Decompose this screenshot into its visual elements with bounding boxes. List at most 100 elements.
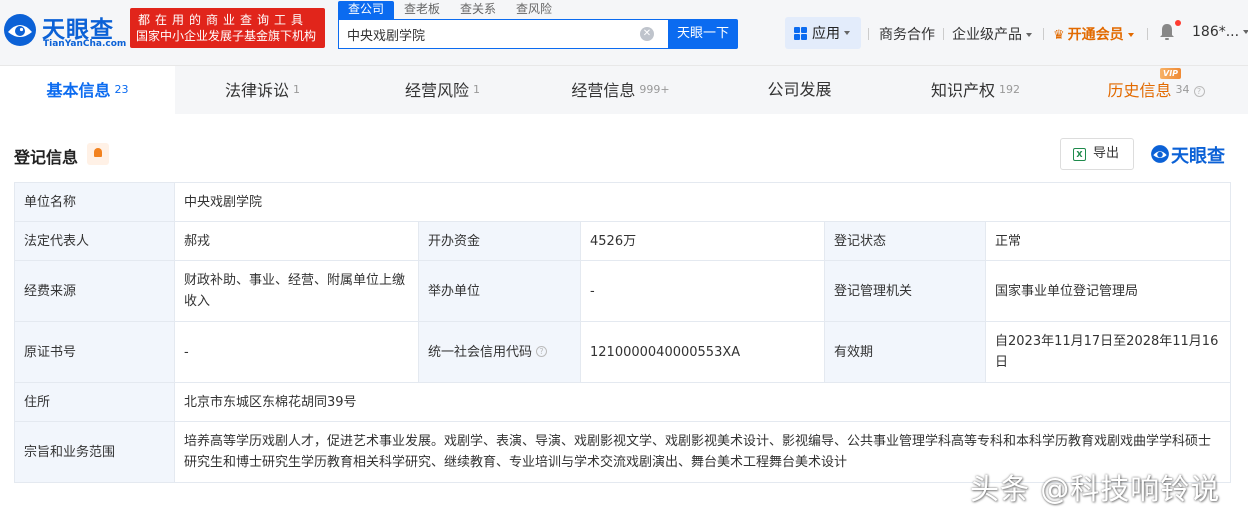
search-button[interactable]: 天眼一下 bbox=[668, 19, 738, 49]
export-label: 导出 bbox=[1093, 146, 1120, 161]
search-type-tabs: 查公司 查老板 查关系 查风险 bbox=[338, 1, 562, 19]
legal-rep-label: 法定代表人 bbox=[14, 221, 175, 261]
credit-code-value: 1210000040000553XA bbox=[580, 321, 825, 383]
search-tab-relation[interactable]: 查关系 bbox=[450, 1, 506, 19]
nav-divider bbox=[943, 28, 944, 40]
crown-icon: ♛ bbox=[1053, 28, 1065, 43]
slogan-banner: 都在用的商业查询工具 国家中小企业发展子基金旗下机构 bbox=[130, 8, 325, 48]
address-label: 住所 bbox=[14, 382, 175, 422]
table-row: 原证书号 - 统一社会信用代码? 1210000040000553XA 有效期 … bbox=[14, 321, 1232, 383]
tab-label: 知识产权 bbox=[930, 81, 995, 100]
status-label: 登记状态 bbox=[824, 221, 986, 261]
orig-cert-value: - bbox=[174, 321, 419, 383]
tab-label: 经营风险 bbox=[404, 81, 469, 100]
chevron-down-icon bbox=[1026, 33, 1032, 37]
brand-logo: 天眼查 bbox=[1150, 142, 1234, 167]
bell-alert-icon[interactable] bbox=[87, 143, 109, 165]
sponsor-label: 举办单位 bbox=[418, 260, 581, 322]
credit-code-label: 统一社会信用代码 bbox=[428, 344, 533, 360]
chevron-down-icon bbox=[1127, 33, 1134, 37]
nav-divider bbox=[868, 28, 869, 40]
slogan-line1: 都在用的商业查询工具 bbox=[138, 13, 309, 27]
brand-name: 天眼查 bbox=[1171, 146, 1225, 167]
user-phone-label: 186*... bbox=[1192, 24, 1240, 40]
main-tab-bar: 基本信息 23 法律诉讼 1 经营风险 1 经营信息 999+ 公司发展 知识产权 192… bbox=[0, 66, 1248, 114]
nav-divider bbox=[1043, 28, 1044, 40]
search-tab-risk[interactable]: 查风险 bbox=[506, 1, 562, 19]
authority-label: 登记管理机关 bbox=[824, 260, 986, 322]
chevron-down-icon bbox=[844, 31, 850, 35]
clear-icon[interactable]: ✕ bbox=[640, 27, 654, 41]
tab-count: 192 bbox=[999, 83, 1020, 96]
export-button[interactable]: X 导出 bbox=[1060, 138, 1134, 170]
registration-table: 单位名称 中央戏剧学院 法定代表人 郝戎 开办资金 4526万 登记状态 正常 … bbox=[14, 182, 1232, 483]
apps-menu-button[interactable]: 应用 bbox=[785, 17, 861, 49]
search-tab-boss[interactable]: 查老板 bbox=[394, 1, 450, 19]
tab-count: 1 bbox=[473, 83, 480, 96]
toutiao-watermark: 头条 @科技响铃说 bbox=[970, 472, 1221, 506]
tab-business-info[interactable]: 经营信息 999+ bbox=[533, 66, 708, 114]
tianyancha-eye-icon bbox=[1151, 145, 1169, 163]
status-value: 正常 bbox=[984, 221, 1232, 261]
app-grid-icon bbox=[794, 26, 807, 40]
scope-label: 宗旨和业务范围 bbox=[14, 421, 175, 483]
tianyancha-logo[interactable]: 天眼查 TianYanCha.com bbox=[2, 8, 130, 52]
nav-divider bbox=[1147, 28, 1148, 40]
open-vip-label: 开通会员 bbox=[1067, 27, 1124, 43]
vip-badge: VIP bbox=[1160, 68, 1182, 79]
unit-name-value: 中央戏剧学院 bbox=[173, 182, 1232, 222]
open-vip-menu[interactable]: ♛ 开通会员 bbox=[1053, 24, 1134, 44]
section-title: 登记信息 bbox=[14, 148, 79, 167]
table-row: 法定代表人 郝戎 开办资金 4526万 登记状态 正常 bbox=[14, 221, 1232, 261]
search-tab-company[interactable]: 查公司 bbox=[338, 1, 395, 19]
search-box: ✕ bbox=[338, 19, 668, 49]
registration-card: 登记信息 X 导出 天眼查 单位名称 中央戏剧学院 法定代表人 郝戎 开办资金 … bbox=[0, 114, 1248, 515]
tianyancha-eye-icon bbox=[4, 14, 36, 46]
legal-rep-value[interactable]: 郝戎 bbox=[174, 221, 419, 261]
tab-count: 1 bbox=[293, 83, 300, 96]
validity-value: 自2023年11月17日至2028年11月16日 bbox=[984, 321, 1232, 383]
capital-value: 4526万 bbox=[580, 221, 825, 261]
validity-label: 有效期 bbox=[824, 321, 986, 383]
credit-code-label-cell: 统一社会信用代码? bbox=[418, 321, 581, 383]
tab-company-development[interactable]: 公司发展 bbox=[712, 66, 887, 114]
apps-menu-label: 应用 bbox=[812, 26, 840, 42]
tab-business-risk[interactable]: 经营风险 1 bbox=[355, 66, 530, 114]
slogan-line2: 国家中小企业发展子基金旗下机构 bbox=[136, 29, 317, 43]
tab-label: 经营信息 bbox=[571, 81, 636, 100]
tab-count: 23 bbox=[114, 83, 129, 96]
tab-label: 历史信息 bbox=[1107, 81, 1172, 100]
orig-cert-label: 原证书号 bbox=[14, 321, 175, 383]
tab-legal[interactable]: 法律诉讼 1 bbox=[175, 66, 350, 114]
search-input[interactable] bbox=[339, 20, 629, 48]
tab-label: 公司发展 bbox=[767, 80, 832, 99]
logo-domain: TianYanCha.com bbox=[43, 39, 127, 49]
excel-icon: X bbox=[1073, 148, 1086, 161]
question-icon[interactable]: ? bbox=[536, 345, 548, 357]
tab-label: 法律诉讼 bbox=[224, 81, 289, 100]
funding-label: 经费来源 bbox=[14, 260, 175, 322]
business-cooperation-link[interactable]: 商务合作 bbox=[879, 24, 935, 44]
address-value: 北京市东城区东棉花胡同39号 bbox=[173, 382, 1232, 422]
top-header: 天眼查 TianYanCha.com 都在用的商业查询工具 国家中小企业发展子基… bbox=[0, 0, 1248, 66]
notification-dot bbox=[1175, 20, 1181, 26]
unit-name-label: 单位名称 bbox=[14, 182, 175, 222]
funding-value: 财政补助、事业、经营、附属单位上缴收入 bbox=[174, 260, 419, 322]
tab-count: 34 bbox=[1175, 83, 1190, 96]
tab-basic-info[interactable]: 基本信息 23 bbox=[0, 66, 175, 114]
tab-label: 基本信息 bbox=[46, 81, 111, 100]
table-row: 单位名称 中央戏剧学院 bbox=[14, 182, 1232, 222]
tab-count: 999+ bbox=[639, 83, 670, 96]
tab-intellectual-property[interactable]: 知识产权 192 bbox=[888, 66, 1063, 114]
capital-label: 开办资金 bbox=[418, 221, 581, 261]
question-icon[interactable]: ? bbox=[1193, 86, 1205, 97]
chevron-down-icon bbox=[1243, 30, 1248, 34]
table-row: 住所 北京市东城区东棉花胡同39号 bbox=[14, 382, 1232, 422]
tab-history[interactable]: 历史信息 34? bbox=[1064, 66, 1248, 114]
user-account-menu[interactable]: 186*... bbox=[1192, 24, 1248, 40]
table-row: 经费来源 财政补助、事业、经营、附属单位上缴收入 举办单位 - 登记管理机关 国… bbox=[14, 260, 1232, 322]
authority-value: 国家事业单位登记管理局 bbox=[984, 260, 1232, 322]
enterprise-products-menu[interactable]: 企业级产品 bbox=[952, 24, 1032, 44]
bell-icon[interactable] bbox=[1158, 22, 1176, 42]
enterprise-products-label: 企业级产品 bbox=[952, 27, 1022, 43]
